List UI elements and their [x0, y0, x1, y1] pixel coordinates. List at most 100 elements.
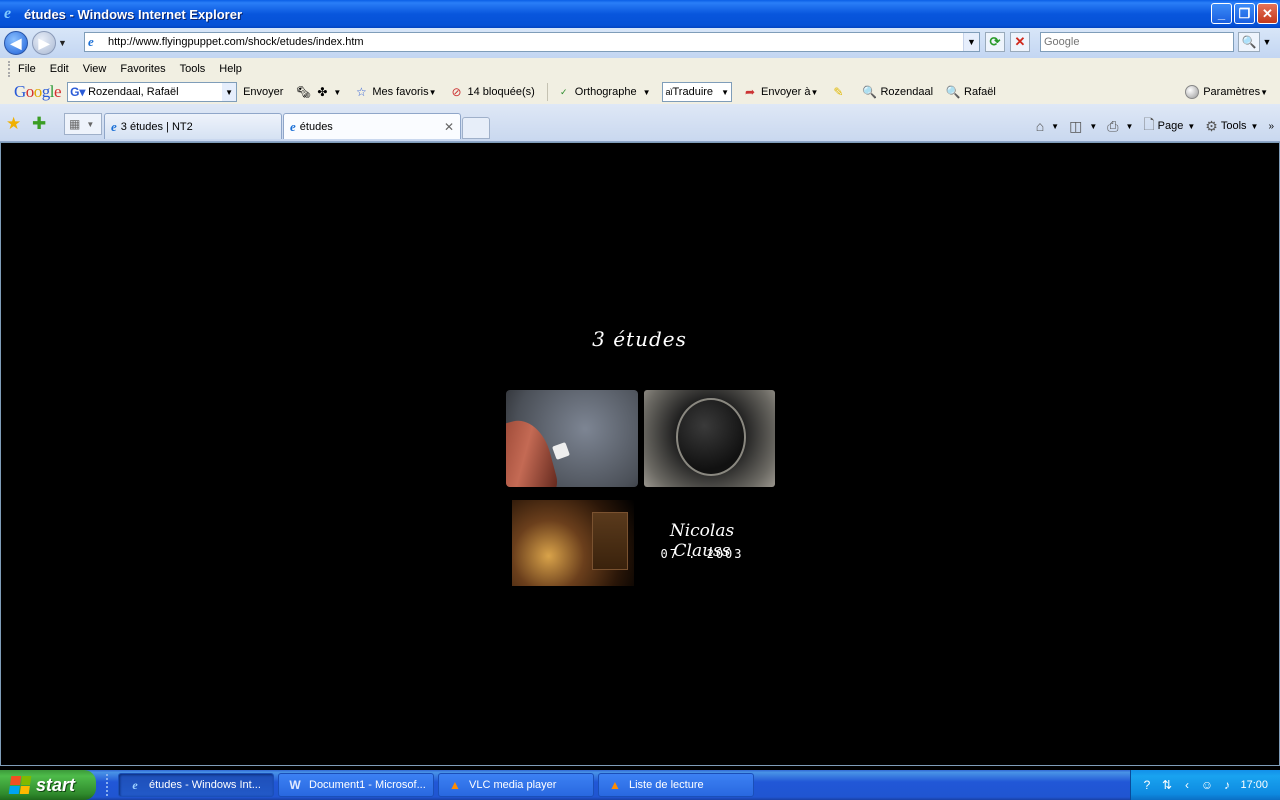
menu-help[interactable]: Help — [219, 63, 242, 75]
window-title: études - Windows Internet Explorer — [24, 6, 243, 22]
window-controls: _ ❐ ✕ — [1211, 3, 1278, 24]
menu-edit[interactable]: Edit — [50, 63, 69, 75]
help-icon[interactable]: ? — [1139, 777, 1155, 793]
new-tab-button[interactable] — [462, 117, 490, 139]
address-url[interactable]: http://www.flyingpuppet.com/shock/etudes… — [108, 36, 364, 48]
refresh-button[interactable]: ⟳ — [985, 32, 1005, 52]
tab-row: ★ ✚ ▦ ▼ e 3 études | NT2 e études ✕ ⌂ ▼ ◫… — [0, 104, 1280, 142]
recent-pages-dropdown[interactable]: ▼ — [58, 38, 70, 48]
feeds-button[interactable]: ◫ ▼ — [1069, 118, 1097, 135]
search-box[interactable] — [1040, 32, 1234, 52]
menu-view[interactable]: View — [83, 63, 107, 75]
page-icon: 🗋 — [1143, 116, 1155, 132]
google-search-field[interactable]: G▾ Rozendaal, Rafaël ▼ — [67, 82, 238, 102]
popup-blocker-button[interactable]: ⊘ 14 bloquée(s) — [449, 85, 534, 99]
puzzle-icon[interactable]: ✤ — [314, 85, 330, 99]
clock[interactable]: 17:00 — [1240, 779, 1268, 791]
mes-favoris-button[interactable]: ☆ Mes favoris ▼ — [353, 85, 437, 99]
minimize-button[interactable]: _ — [1211, 3, 1232, 24]
back-button[interactable]: ◀ — [4, 31, 28, 55]
vlc-icon: ▲ — [609, 778, 621, 792]
google-logo[interactable]: Google — [14, 82, 62, 102]
taskbar: start e études - Windows Int... W Docume… — [0, 770, 1280, 800]
toolbar-grip[interactable] — [8, 61, 12, 77]
orthographe-button[interactable]: ✓ Orthographe ▼ — [556, 85, 650, 99]
etude-thumbnail-dice[interactable] — [506, 390, 638, 487]
extras-dropdown[interactable]: ▼ — [333, 88, 341, 97]
web-content: 3 études Nicolas Clauss 07 . 2003 — [1, 143, 1278, 763]
stop-button[interactable]: ✕ — [1010, 32, 1030, 52]
menu-file[interactable]: File — [18, 63, 36, 75]
date-label: 07 . 2003 — [660, 547, 744, 561]
page-icon: e — [88, 34, 94, 49]
address-dropdown[interactable]: ▼ — [963, 33, 979, 51]
news-icon[interactable]: 🗞 — [295, 85, 311, 99]
gear-icon: ⚙ — [1205, 117, 1218, 134]
messenger-icon[interactable]: ☺ — [1199, 777, 1215, 793]
parametres-button[interactable]: Paramètres ▼ — [1185, 85, 1268, 99]
quick-tabs-button[interactable]: ▦ ▼ — [64, 113, 102, 135]
expand-tray-icon[interactable]: ‹ — [1179, 777, 1195, 793]
command-bar: ⌂ ▼ ◫ ▼ ⎙ ▼ 🗋 Page ▼ ⚙ Tools ▼ » — [1026, 114, 1274, 138]
toolbar-overflow-icon[interactable]: » — [1268, 121, 1274, 132]
etude-thumbnail-bubble[interactable] — [644, 390, 775, 487]
settings-icon — [1185, 85, 1200, 99]
page-menu-button[interactable]: 🗋 Page ▼ — [1143, 114, 1195, 138]
search-term-icon: 🔍 — [945, 85, 961, 99]
address-bar[interactable]: e http://www.flyingpuppet.com/shock/etud… — [84, 32, 980, 52]
home-icon: ⌂ — [1035, 118, 1045, 134]
task-vlc[interactable]: ▲ VLC media player — [438, 773, 594, 797]
title-bar: e études - Windows Internet Explorer _ ❐… — [0, 0, 1280, 28]
menu-favorites[interactable]: Favorites — [120, 63, 165, 75]
search-options-dropdown[interactable]: ▼ — [1261, 32, 1273, 52]
toolbar-extras[interactable]: 🗞 ✤ ▼ — [295, 85, 342, 99]
ie-icon: e — [111, 118, 117, 134]
google-toolbar: Google G▾ Rozendaal, Rafaël ▼ Envoyer 🗞 … — [0, 80, 1280, 104]
close-button[interactable]: ✕ — [1257, 3, 1278, 24]
address-toolbar: ◀ ▶ ▼ e http://www.flyingpuppet.com/shoc… — [0, 28, 1280, 58]
ie-icon: e — [132, 777, 138, 792]
tab-etudes[interactable]: e études ✕ — [283, 113, 461, 139]
search-term-icon: 🔍 — [861, 85, 877, 99]
popup-blocker-icon: ⊘ — [451, 85, 462, 99]
add-favorites-icon[interactable]: ✚ — [32, 114, 46, 134]
forward-button[interactable]: ▶ — [32, 31, 56, 55]
printer-icon: ⎙ — [1107, 117, 1119, 134]
word-icon: W — [289, 778, 301, 792]
taskbar-grip[interactable] — [106, 774, 110, 796]
print-button[interactable]: ⎙ ▼ — [1107, 118, 1133, 135]
google-search-dropdown[interactable]: ▼ — [222, 83, 237, 101]
send-to-icon: ➦ — [744, 85, 756, 99]
highlight-button[interactable]: ✎ — [830, 85, 849, 99]
menu-bar: File Edit View Favorites Tools Help — [0, 58, 1280, 80]
task-word[interactable]: W Document1 - Microsof... — [278, 773, 434, 797]
favorites-center-icon[interactable]: ★ — [6, 114, 21, 134]
ie-icon: e — [290, 118, 296, 134]
start-button[interactable]: start — [0, 770, 96, 800]
home-button[interactable]: ⌂ ▼ — [1036, 118, 1059, 134]
vlc-icon: ▲ — [449, 778, 461, 792]
google-g-icon[interactable]: G▾ — [70, 85, 85, 99]
google-search-value[interactable]: Rozendaal, Rafaël — [88, 86, 179, 98]
translate-icon: a͏ǐ — [665, 87, 673, 97]
toolbar-separator — [546, 83, 548, 101]
search-term-rafael[interactable]: 🔍 Rafaël — [945, 85, 996, 99]
network-icon[interactable]: ⇅ — [1159, 777, 1175, 793]
task-playlist[interactable]: ▲ Liste de lecture — [598, 773, 754, 797]
search-button[interactable]: 🔍 — [1238, 32, 1260, 52]
envoyer-button[interactable]: Envoyer — [243, 86, 283, 98]
close-tab-icon[interactable]: ✕ — [444, 120, 454, 134]
task-ie[interactable]: e études - Windows Int... — [118, 773, 274, 797]
tools-menu-button[interactable]: ⚙ Tools ▼ — [1205, 118, 1258, 135]
volume-icon[interactable]: ♪ — [1219, 777, 1235, 793]
maximize-button[interactable]: ❐ — [1234, 3, 1255, 24]
search-term-rozendaal[interactable]: 🔍 Rozendaal — [861, 85, 933, 99]
traduire-button[interactable]: a͏ǐ Traduire ▼ — [662, 82, 732, 102]
menu-tools[interactable]: Tools — [180, 63, 206, 75]
search-input[interactable] — [1041, 33, 1233, 51]
tab-3-etudes-nt2[interactable]: e 3 études | NT2 — [104, 113, 282, 139]
etude-thumbnail-candle[interactable] — [512, 500, 634, 586]
highlighter-icon: ✎ — [833, 85, 844, 99]
envoyer-a-button[interactable]: ➦ Envoyer à ▼ — [742, 85, 818, 99]
page-title: 3 études — [592, 327, 687, 351]
